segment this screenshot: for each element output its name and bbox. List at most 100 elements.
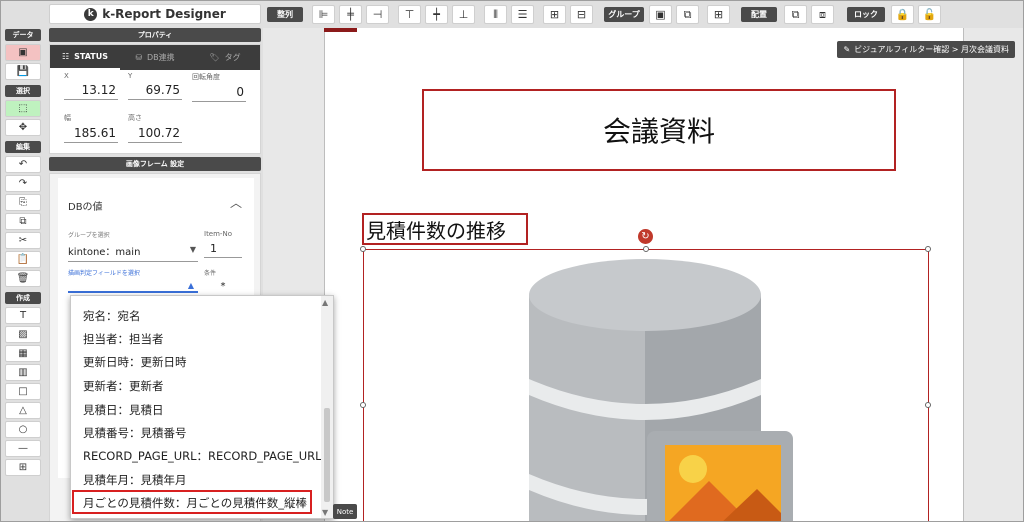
align-center-h-icon[interactable]: ╪ — [339, 5, 362, 24]
width-field[interactable]: 幅 185.61 — [64, 113, 118, 143]
dropdown-item[interactable]: 見積日：見積日 — [83, 402, 164, 418]
subtitle-box[interactable]: 見積件数の推移 — [362, 213, 528, 245]
group-select-value[interactable]: kintone：main ▼ — [68, 239, 198, 262]
condition-field[interactable]: 条件 * — [204, 268, 242, 292]
app-title-text: k-Report Designer — [102, 7, 226, 21]
new-document-icon[interactable]: ▣ — [5, 44, 41, 61]
resize-handle-e[interactable] — [925, 402, 931, 408]
dropdown-item[interactable]: 更新日時：更新日時 — [83, 354, 187, 370]
unlock-icon[interactable]: 🔓 — [918, 5, 941, 24]
tab-tag[interactable]: 🏷 タグ — [190, 45, 260, 70]
scroll-up-icon[interactable]: ▲ — [322, 298, 328, 307]
align-top-icon[interactable]: ⊤ — [398, 5, 421, 24]
item-no-field[interactable]: Item-No 1 — [204, 230, 242, 258]
dropdown-item[interactable]: 宛名：宛名 — [83, 308, 141, 324]
select-area-icon[interactable]: ⬚ — [5, 100, 41, 117]
image-frame-icon[interactable]: ▨ — [5, 326, 41, 343]
draw-field-select[interactable]: 描画判定フィールドを選択 ▲ — [68, 268, 198, 293]
line-icon[interactable]: — — [5, 440, 41, 457]
ungroup-icon[interactable]: ⧉ — [676, 5, 699, 24]
app-window: k k-Report Designer 整列 ⊫ ╪ ⊣ ⊤ ┿ ⊥ ⫴ ☰ ⊞… — [0, 0, 1024, 522]
bring-front-icon[interactable]: ⧉ — [784, 5, 807, 24]
resize-handle-n[interactable] — [643, 246, 649, 252]
duplicate-icon[interactable]: ⧉ — [5, 213, 41, 230]
dropdown-scrollbar[interactable]: ▲ ▼ — [321, 296, 333, 518]
ellipse-icon[interactable]: ○ — [5, 421, 41, 438]
app-title: k k-Report Designer — [49, 4, 261, 24]
y-field[interactable]: Y 69.75 — [128, 72, 182, 100]
grid-alt-icon[interactable]: ⊟ — [570, 5, 593, 24]
undo-icon[interactable]: ↶ — [5, 156, 41, 173]
x-field[interactable]: X 13.12 — [64, 72, 118, 100]
dropdown-item[interactable]: 更新者：更新者 — [83, 378, 164, 394]
barcode-icon[interactable]: ▥ — [5, 364, 41, 381]
dropdown-item[interactable]: RECORD_PAGE_URL：RECORD_PAGE_URL — [83, 448, 322, 464]
grid-icon[interactable]: ⊞ — [543, 5, 566, 24]
rotation-label: 回転角度 — [192, 73, 220, 81]
properties-header: プロパティ — [49, 28, 261, 42]
align-bottom-icon[interactable]: ⊥ — [452, 5, 475, 24]
field-dropdown-menu[interactable]: 宛名：宛名 担当者：担当者 更新日時：更新日時 更新者：更新者 見積日：見積日 … — [70, 295, 334, 519]
height-label: 高さ — [128, 114, 142, 122]
copy-icon[interactable]: ⎘ — [5, 194, 41, 211]
breadcrumb-text: ビジュアルフィルター確認 > 月次会議資料 — [854, 45, 1009, 54]
lock-icon[interactable]: 🔒 — [891, 5, 914, 24]
x-input[interactable]: 13.12 — [64, 80, 118, 100]
paste-icon[interactable]: 📋 — [5, 251, 41, 268]
text-box-icon[interactable]: T — [5, 307, 41, 324]
resize-handle-ne[interactable] — [925, 246, 931, 252]
move-icon[interactable]: ✥ — [5, 119, 41, 136]
scroll-down-icon[interactable]: ▼ — [322, 508, 328, 517]
note-tab[interactable]: Note — [333, 504, 357, 519]
align-left-icon[interactable]: ⊫ — [312, 5, 335, 24]
resize-handle-nw[interactable] — [360, 246, 366, 252]
page-title: 会議資料 — [602, 115, 715, 148]
cut-icon[interactable]: ✂ — [5, 232, 41, 249]
save-icon[interactable]: 💾 — [5, 63, 41, 80]
item-no-input[interactable]: 1 — [204, 238, 242, 258]
dropdown-item[interactable]: 担当者：担当者 — [83, 331, 164, 347]
group-icon[interactable]: ▣ — [649, 5, 672, 24]
chevron-up-icon[interactable]: ︿ — [230, 194, 242, 211]
tab-db-link[interactable]: ⛁ DB連携 — [120, 45, 190, 70]
rail-create-label: 作成 — [5, 292, 41, 304]
y-input[interactable]: 69.75 — [128, 80, 182, 100]
rotate-handle-icon[interactable]: ↻ — [638, 229, 653, 244]
tag-icon: 🏷 — [209, 53, 220, 62]
send-back-icon[interactable]: ⧈ — [811, 5, 834, 24]
height-input[interactable]: 100.72 — [128, 123, 182, 143]
rail-select-label: 選択 — [5, 85, 41, 97]
resize-handle-w[interactable] — [360, 402, 366, 408]
arrange-label: 配置 — [741, 7, 777, 22]
qr-code-icon[interactable]: ▦ — [5, 345, 41, 362]
sliders-icon: ☷ — [61, 52, 70, 61]
properties-card: ☷ STATUS ⛁ DB連携 🏷 タグ X 13.12 Y 69.75 回転角… — [49, 44, 261, 154]
rectangle-icon[interactable]: □ — [5, 383, 41, 400]
scroll-thumb[interactable] — [324, 408, 330, 502]
delete-icon[interactable]: 🗑 — [5, 270, 41, 287]
distribute-v-icon[interactable]: ☰ — [511, 5, 534, 24]
dropdown-item[interactable]: 見積年月：見積年月 — [83, 472, 187, 488]
tab-status[interactable]: ☷ STATUS — [50, 45, 120, 70]
redo-icon[interactable]: ↷ — [5, 175, 41, 192]
align-label: 整列 — [267, 7, 303, 22]
tab-db-link-label: DB連携 — [147, 53, 175, 62]
group-grid-icon[interactable]: ⊞ — [707, 5, 730, 24]
rotation-input[interactable]: 0 — [192, 82, 246, 102]
page-title-box[interactable]: 会議資料 — [422, 89, 896, 171]
table-icon[interactable]: ⊞ — [5, 459, 41, 476]
group-select[interactable]: グループを選択 kintone：main ▼ — [68, 230, 198, 262]
condition-input[interactable]: * — [204, 277, 242, 292]
breadcrumb[interactable]: ✎ ビジュアルフィルター確認 > 月次会議資料 — [837, 41, 1015, 58]
rotation-field[interactable]: 回転角度 0 — [192, 72, 246, 102]
align-middle-icon[interactable]: ┿ — [425, 5, 448, 24]
align-right-icon[interactable]: ⊣ — [366, 5, 389, 24]
width-input[interactable]: 185.61 — [64, 123, 118, 143]
distribute-h-icon[interactable]: ⫴ — [484, 5, 507, 24]
edit-doc-icon: ✎ — [843, 45, 851, 54]
width-label: 幅 — [64, 114, 71, 122]
height-field[interactable]: 高さ 100.72 — [128, 113, 182, 143]
triangle-icon[interactable]: △ — [5, 402, 41, 419]
draw-field-input[interactable]: ▲ — [68, 277, 198, 293]
dropdown-item[interactable]: 見積番号：見積番号 — [83, 425, 187, 441]
